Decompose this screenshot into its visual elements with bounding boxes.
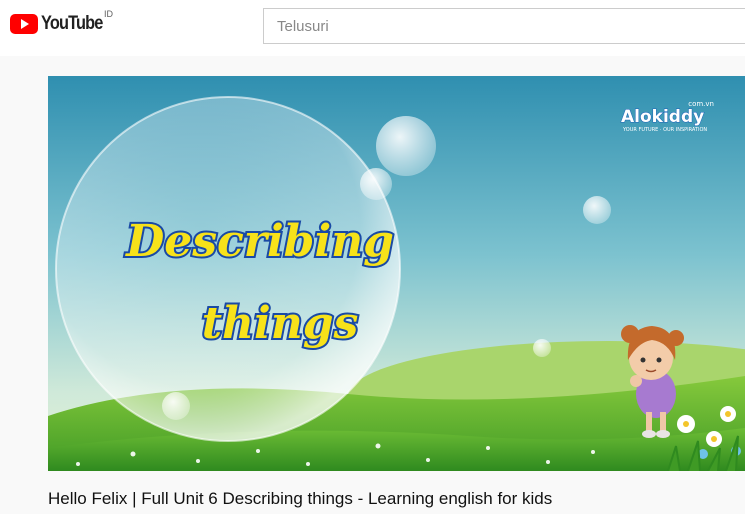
youtube-play-icon bbox=[10, 14, 38, 34]
logo-text: YouTube bbox=[41, 13, 103, 34]
top-bar: YouTube ID bbox=[0, 0, 745, 56]
main-content: Describing things com.vn Alokiddy YOUR F… bbox=[0, 56, 745, 514]
video-thumbnail: Describing things com.vn Alokiddy YOUR F… bbox=[48, 76, 745, 471]
watermark-logo-text: Alokiddy bbox=[621, 107, 704, 127]
youtube-logo[interactable]: YouTube bbox=[10, 13, 112, 35]
watermark-tagline: YOUR FUTURE · OUR INSPIRATION bbox=[622, 127, 707, 133]
video-title[interactable]: Hello Felix | Full Unit 6 Describing thi… bbox=[48, 489, 552, 509]
thumbnail-title-line2: things bbox=[202, 298, 359, 349]
search-input[interactable] bbox=[264, 9, 745, 43]
thumbnail-title-line1: Describing bbox=[124, 216, 394, 267]
video-player[interactable]: Describing things com.vn Alokiddy YOUR F… bbox=[48, 76, 745, 471]
country-code: ID bbox=[104, 9, 113, 19]
search-box[interactable] bbox=[263, 8, 745, 44]
